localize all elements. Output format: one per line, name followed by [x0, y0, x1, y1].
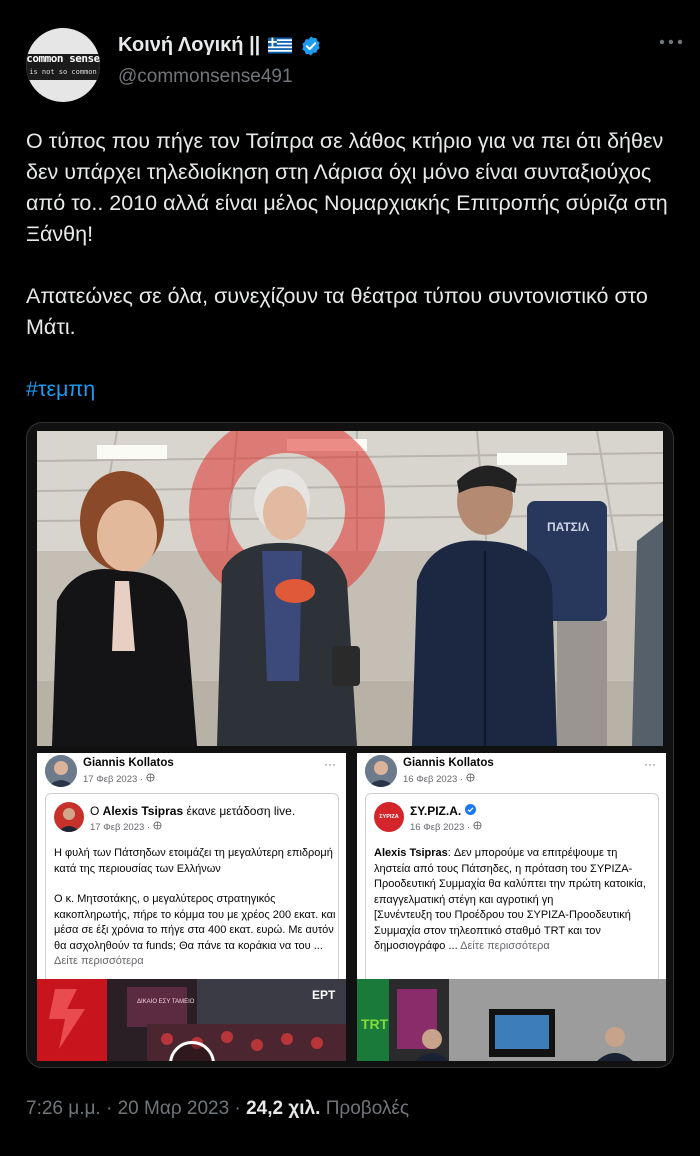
fb-author[interactable]: Giannis Kollatos [403, 757, 494, 769]
avatar [54, 802, 84, 832]
fb-post-header: Giannis Kollatos 16 Φεβ 2023 · ··· [357, 753, 666, 793]
shared-post-body: Alexis Tsipras: Δεν μπορούμε να επιτρέψο… [374, 847, 646, 952]
tweet-media[interactable]: ΠΑΤΣΙΛ Giannis Kollatos 17 Φεβ 2023 · ··… [26, 422, 674, 1068]
tweet-text: Ο τύπος που πήγε τον Τσίπρα σε λάθος κτή… [26, 126, 676, 405]
greek-flag-icon [268, 37, 293, 54]
jacket-text: ΠΑΤΣΙΛ [547, 520, 589, 534]
verified-badge-icon [300, 35, 322, 57]
tweet-paragraph: Απατεώνες σε όλα, συνεχίζουν τα θέατρα τ… [26, 284, 648, 339]
photo-tsipras-visit[interactable]: ΠΑΤΣΙΛ [37, 431, 663, 746]
tweet-date[interactable]: 20 Μαρ 2023 [118, 1098, 230, 1119]
more-options-icon[interactable]: ··· [324, 757, 336, 771]
avatar[interactable]: common sense is not so common [26, 28, 100, 102]
banner-text: ΔΙΚΑΙΟ ΕΣΥ ΤΑΜΕΙΟ [137, 999, 195, 1005]
globe-icon [473, 821, 482, 833]
interview-thumbnail[interactable]: TRT [357, 979, 666, 1061]
shared-author[interactable]: ΣΥ.ΡΙΖ.Α. [410, 804, 461, 818]
see-more-link[interactable]: Δείτε περισσότερα [458, 940, 550, 952]
fb-date: 17 Φεβ 2023 · [83, 773, 155, 785]
tweet-meta: 7:26 μ.μ. · 20 Μαρ 2023 · 24,2 χιλ. Προβ… [26, 1098, 410, 1119]
fb-date-text: 17 Φεβ 2023 · [83, 774, 146, 785]
globe-icon [146, 773, 155, 785]
views-count: 24,2 χιλ. [246, 1098, 321, 1119]
display-name[interactable]: Κοινή Λογική || [118, 34, 260, 57]
shared-post-body: Η φυλή των Πάτσηδων ετοιμάζει τη μεγαλύτ… [54, 847, 336, 967]
tweet-time[interactable]: 7:26 μ.μ. [26, 1098, 101, 1119]
name-row: Κοινή Λογική || [118, 34, 322, 57]
video-channel-label: ΕΡΤ [312, 988, 336, 1002]
more-options-icon[interactable] [656, 32, 686, 52]
globe-icon [466, 773, 475, 785]
avatar-logo-text: common sense [26, 52, 100, 65]
fb-author[interactable]: Giannis Kollatos [83, 757, 174, 769]
tweet-paragraph: Ο τύπος που πήγε τον Τσίπρα σε λάθος κτή… [26, 129, 668, 246]
hashtag-link[interactable]: #τεμπη [26, 377, 95, 401]
see-more-link[interactable]: Δείτε περισσότερα [54, 955, 144, 967]
live-video-thumbnail[interactable]: ΔΙΚΑΙΟ ΕΣΥ ΤΑΜΕΙΟ ΕΡΤ [37, 979, 346, 1061]
shared-author[interactable]: Alexis Tsipras [103, 804, 183, 818]
shared-post-date: 17 Φεβ 2023 · [90, 821, 162, 833]
verified-badge-icon [464, 804, 476, 818]
more-options-icon[interactable]: ··· [644, 757, 656, 771]
fb-date: 16 Φεβ 2023 · [403, 773, 475, 785]
views-label: Προβολές [320, 1098, 410, 1119]
shared-post-title: Ο Alexis Tsipras έκανε μετάδοση live. [90, 804, 296, 818]
avatar [365, 755, 397, 787]
facebook-post-card[interactable]: Giannis Kollatos 17 Φεβ 2023 · ··· Ο Ale… [37, 753, 346, 1061]
syriza-logo-icon: ΣΥΡΙΖΑ [374, 802, 404, 832]
shared-post-date: 16 Φεβ 2023 · [410, 821, 482, 833]
fb-post-header: Giannis Kollatos 17 Φεβ 2023 · ··· [37, 753, 346, 793]
tweet-header: common sense is not so common Κοινή Λογι… [26, 26, 686, 106]
globe-icon [153, 821, 162, 833]
avatar [45, 755, 77, 787]
studio-logo: TRT [361, 1016, 389, 1032]
facebook-post-card[interactable]: Giannis Kollatos 16 Φεβ 2023 · ··· ΣΥΡΙΖ… [357, 753, 666, 1061]
user-handle[interactable]: @commonsense491 [118, 66, 293, 88]
avatar-logo-subtext: is not so common [29, 68, 97, 76]
shared-post-title: ΣΥ.ΡΙΖ.Α. [410, 804, 476, 818]
